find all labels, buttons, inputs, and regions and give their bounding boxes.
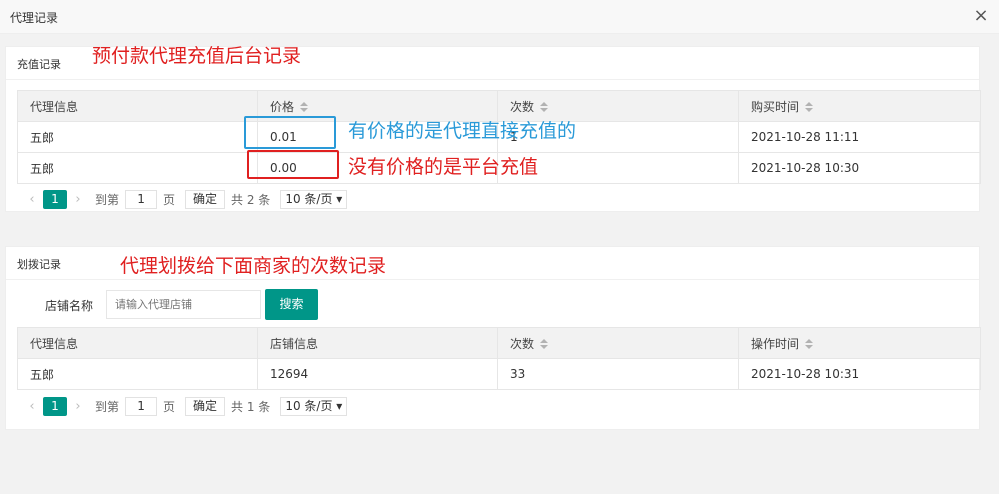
col-store-info: 店铺信息 <box>257 327 498 359</box>
window-title: 代理记录 <box>10 11 59 25</box>
cell-agent: 五郎 <box>17 121 258 153</box>
cell-agent: 五郎 <box>17 358 258 390</box>
col-purchase-time[interactable]: 购买时间 <box>738 90 981 122</box>
goto-confirm-button[interactable]: 确定 <box>185 396 226 416</box>
close-icon[interactable]: × <box>971 6 991 26</box>
cell-agent: 五郎 <box>17 152 258 184</box>
total-count: 共 2 条 <box>231 192 271 207</box>
window-titlebar: 代理记录 × <box>0 0 999 34</box>
transfer-table-header: 代理信息 店铺信息 次数 操作时间 <box>17 327 981 359</box>
col-agent-info: 代理信息 <box>17 90 258 122</box>
goto-label: 到第 <box>95 192 120 207</box>
cell-store: 12694 <box>257 358 498 390</box>
price-highlight-blue <box>244 116 336 149</box>
sort-icon <box>805 339 814 349</box>
cell-time: 2021-10-28 10:31 <box>738 358 981 390</box>
goto-page-input[interactable]: 1 <box>125 189 158 209</box>
sort-icon <box>300 102 309 112</box>
store-search-input[interactable] <box>106 290 261 319</box>
col-count[interactable]: 次数 <box>497 327 739 359</box>
recharge-pagination: ‹ 1 › 到第 1 页 确定 共 2 条 10 条/页 ▾ <box>21 188 348 210</box>
annotation-recharge-title: 预付款代理充值后台记录 <box>92 45 302 67</box>
prev-page-icon[interactable]: ‹ <box>21 192 43 207</box>
col-agent-info: 代理信息 <box>17 327 258 359</box>
transfer-pagination: ‹ 1 › 到第 1 页 确定 共 1 条 10 条/页 ▾ <box>21 395 348 417</box>
current-page[interactable]: 1 <box>43 396 67 416</box>
price-highlight-red <box>247 150 339 179</box>
recharge-table-header: 代理信息 价格 次数 购买时间 <box>17 90 981 122</box>
annotation-price: 有价格的是代理直接充值的 <box>348 120 577 142</box>
sort-icon <box>540 102 549 112</box>
goto-page-input[interactable]: 1 <box>125 396 158 416</box>
per-page-select[interactable]: 10 条/页 ▾ <box>280 396 348 416</box>
sort-icon <box>805 102 814 112</box>
table-row: 五郎 12694 33 2021-10-28 10:31 <box>17 358 981 390</box>
cell-time: 2021-10-28 10:30 <box>738 152 981 184</box>
search-button[interactable]: 搜索 <box>265 289 318 320</box>
transfer-table: 代理信息 店铺信息 次数 操作时间 五郎 12694 33 2021-10-28… <box>17 327 981 390</box>
page-label: 页 <box>163 192 176 207</box>
prev-page-icon[interactable]: ‹ <box>21 399 43 414</box>
cell-count: 33 <box>497 358 739 390</box>
goto-confirm-button[interactable]: 确定 <box>185 189 226 209</box>
sort-icon <box>540 339 549 349</box>
col-count[interactable]: 次数 <box>497 90 739 122</box>
page-label: 页 <box>163 399 176 414</box>
annotation-no-price: 没有价格的是平台充值 <box>348 156 539 178</box>
cell-time: 2021-10-28 11:11 <box>738 121 981 153</box>
per-page-select[interactable]: 10 条/页 ▾ <box>280 189 348 209</box>
transfer-card-title: 划拨记录 <box>17 258 61 271</box>
store-name-label: 店铺名称 <box>45 299 94 313</box>
annotation-transfer-title: 代理划拨给下面商家的次数记录 <box>120 255 387 277</box>
next-page-icon[interactable]: › <box>67 192 89 207</box>
current-page[interactable]: 1 <box>43 189 67 209</box>
total-count: 共 1 条 <box>231 399 271 414</box>
col-operation-time[interactable]: 操作时间 <box>738 327 981 359</box>
recharge-card-title: 充值记录 <box>17 58 61 71</box>
next-page-icon[interactable]: › <box>67 399 89 414</box>
goto-label: 到第 <box>95 399 120 414</box>
